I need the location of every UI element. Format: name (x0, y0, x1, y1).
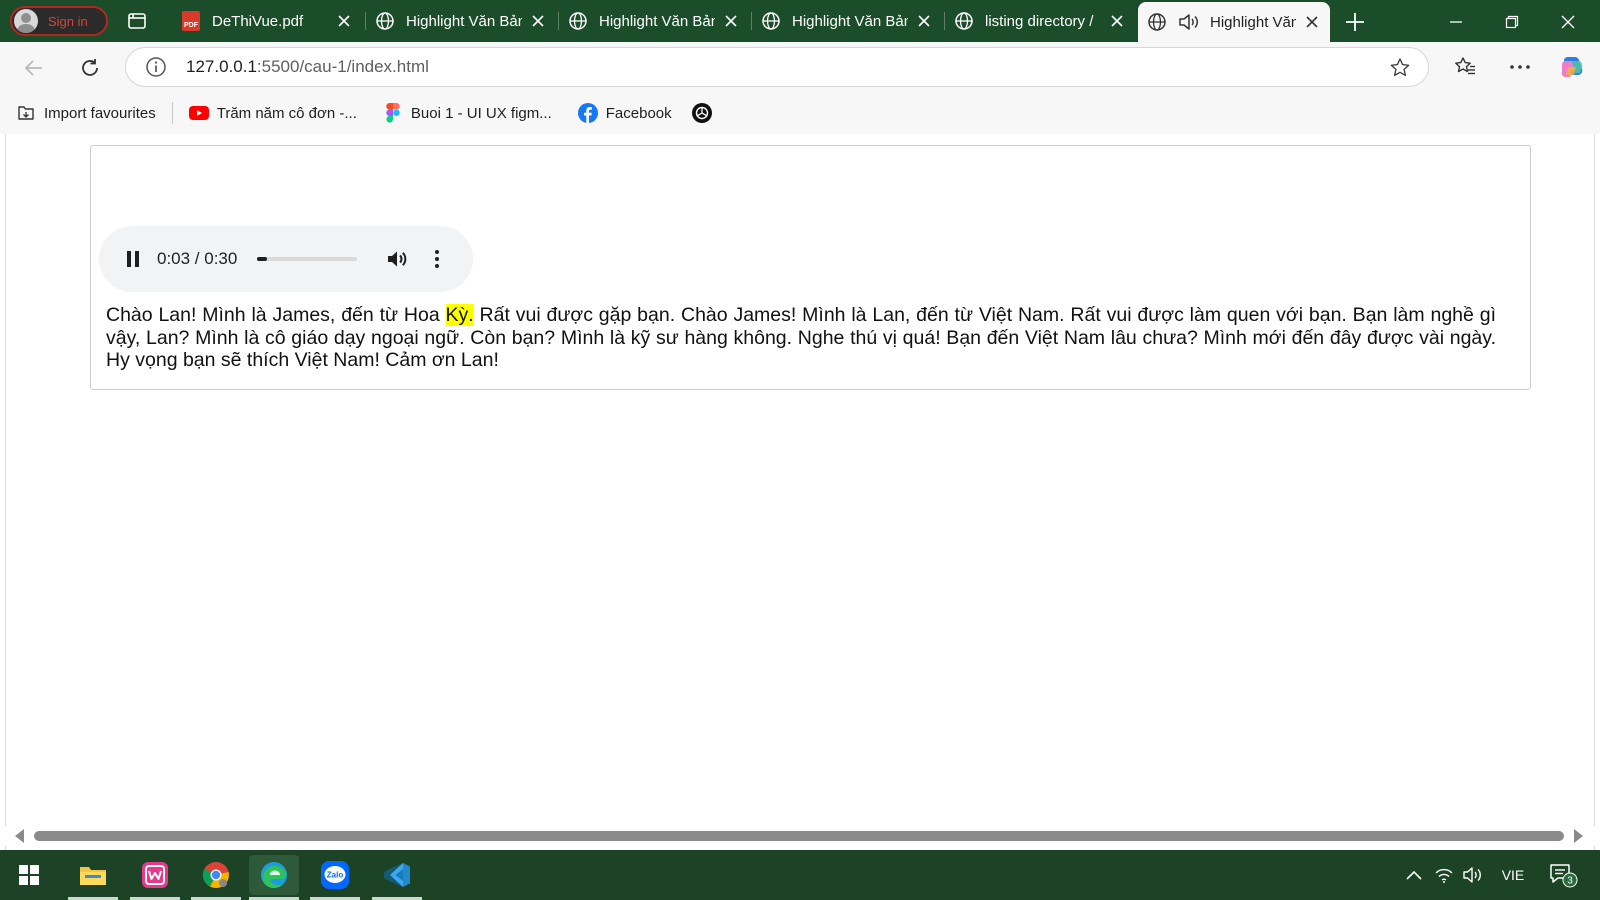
tab-highlight-3[interactable]: Highlight Văn Bản (752, 4, 942, 38)
refresh-icon[interactable] (74, 52, 106, 84)
back-icon[interactable] (18, 52, 50, 84)
pdf-icon: PDF (180, 10, 202, 32)
file-explorer-icon[interactable] (68, 855, 118, 900)
import-icon (16, 103, 36, 123)
notification-count: 3 (1567, 876, 1573, 887)
openai-icon (691, 103, 712, 123)
content-container: 0:03 / 0:30 Chào Lan! Mình là James, đến… (90, 145, 1531, 390)
tab-dethivue[interactable]: PDF DeThiVue.pdf (172, 4, 362, 38)
audio-progress-slider[interactable] (257, 257, 358, 261)
close-icon[interactable] (721, 11, 741, 31)
tab-strip: Sign in PDF DeThiVue.pdf Highlight Văn B… (0, 0, 1600, 42)
copilot-icon[interactable] (1557, 52, 1587, 82)
windows-start-icon[interactable] (4, 855, 54, 895)
window-close-icon[interactable] (1548, 8, 1588, 36)
close-icon[interactable] (1302, 12, 1322, 32)
tab-actions-icon[interactable] (126, 10, 148, 32)
tab-listing-directory[interactable]: listing directory / (945, 4, 1135, 38)
audio-player[interactable]: 0:03 / 0:30 (99, 226, 473, 292)
youtube-icon (188, 103, 209, 123)
chrome-icon[interactable] (191, 855, 241, 900)
wifi-icon[interactable] (1432, 862, 1456, 888)
restore-icon[interactable] (1492, 8, 1532, 36)
scroll-left-icon[interactable] (15, 829, 24, 843)
browser-toolbar: 127.0.0.1:5500/cau-1/index.html (0, 42, 1600, 92)
favorite-star-icon[interactable] (1388, 56, 1412, 80)
show-hidden-icons-icon[interactable] (1402, 862, 1426, 888)
new-tab-icon[interactable] (1342, 9, 1368, 35)
globe-icon (1146, 11, 1168, 33)
facebook-icon (577, 103, 598, 123)
globe-icon (567, 10, 589, 32)
avatar (14, 9, 38, 33)
bookmark-import-favourites[interactable]: Import favourites (10, 97, 162, 129)
more-menu-icon[interactable] (1505, 52, 1535, 82)
audio-time: 0:03 / 0:30 (157, 249, 238, 268)
globe-icon (374, 10, 396, 32)
tab-highlight-2[interactable]: Highlight Văn Bản (559, 4, 749, 38)
page-viewport: 0:03 / 0:30 Chào Lan! Mình là James, đến… (5, 134, 1595, 850)
taskbar: Zalo VIE 3 (0, 850, 1600, 900)
scroll-right-icon[interactable] (1574, 829, 1583, 843)
globe-icon (953, 10, 975, 32)
globe-icon (760, 10, 782, 32)
site-info-icon[interactable] (144, 55, 168, 79)
horizontal-scrollbar[interactable] (5, 826, 1595, 846)
close-icon[interactable] (334, 11, 354, 31)
highlighted-word: Kỳ. (445, 304, 474, 326)
edge-icon[interactable] (249, 855, 299, 900)
svg-text:Zalo: Zalo (327, 871, 344, 880)
audio-more-icon[interactable] (425, 245, 449, 273)
bookmark-youtube[interactable]: Trăm năm cô đơn -... (183, 97, 363, 129)
url-text[interactable]: 127.0.0.1:5500/cau-1/index.html (186, 57, 429, 77)
audio-progress-fill (257, 257, 268, 261)
close-icon[interactable] (1107, 11, 1127, 31)
close-icon[interactable] (528, 11, 548, 31)
vscode-icon[interactable] (372, 855, 422, 900)
bookmark-facebook[interactable]: Facebook (572, 97, 678, 129)
minimize-icon[interactable] (1436, 8, 1476, 36)
tab-highlight-1[interactable]: Highlight Văn Bản (366, 4, 556, 38)
bookmark-figma[interactable]: Buoi 1 - UI UX figm... (377, 97, 558, 129)
wamp-icon[interactable] (130, 855, 180, 900)
pause-icon[interactable] (119, 245, 147, 273)
notification-center-icon[interactable]: 3 (1546, 862, 1580, 888)
figma-icon (383, 103, 403, 123)
volume-tray-icon[interactable] (1460, 862, 1486, 888)
bookmark-openai[interactable] (686, 97, 726, 129)
profile-label: Sign in (48, 13, 88, 29)
favorites-icon[interactable] (1450, 52, 1480, 82)
volume-icon[interactable] (383, 245, 411, 273)
zalo-icon[interactable]: Zalo (310, 855, 360, 900)
transcript-text: Chào Lan! Mình là James, đến từ Hoa Kỳ. … (106, 304, 1496, 371)
language-indicator[interactable]: VIE (1496, 862, 1530, 888)
bookmarks-bar: Import favourites Trăm năm cô đơn -... B… (0, 92, 1600, 134)
address-bar[interactable]: 127.0.0.1:5500/cau-1/index.html (125, 47, 1429, 87)
close-icon[interactable] (914, 11, 934, 31)
tab-highlight-active[interactable]: Highlight Văn Bản (1138, 2, 1330, 42)
scrollbar-thumb[interactable] (34, 831, 1564, 841)
speaker-icon[interactable] (1178, 11, 1200, 33)
profile-button[interactable]: Sign in (10, 6, 108, 36)
